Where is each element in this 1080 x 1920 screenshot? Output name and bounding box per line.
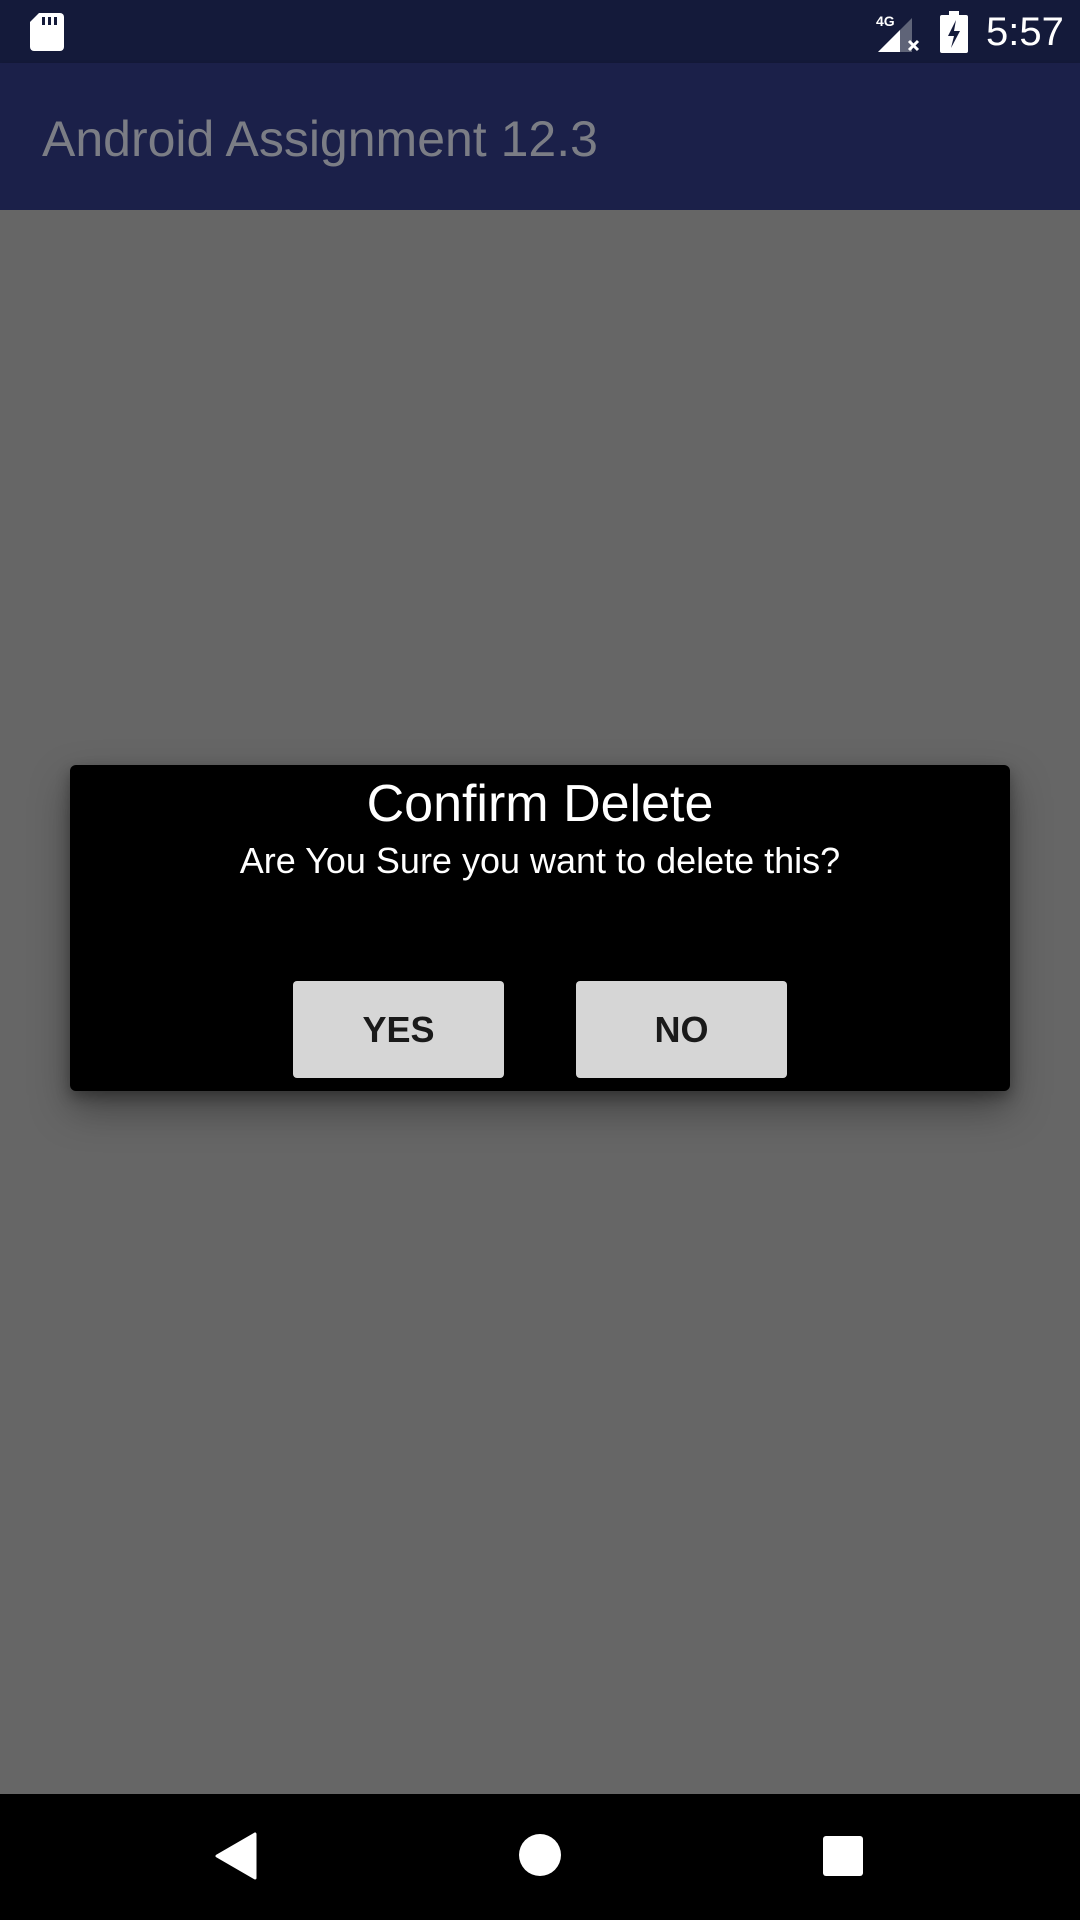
status-bar: 4G 5:57 <box>0 0 1080 63</box>
dialog-title: Confirm Delete <box>366 775 714 833</box>
back-icon[interactable] <box>215 1832 257 1880</box>
status-time: 5:57 <box>986 10 1064 54</box>
sd-card-icon <box>30 13 64 51</box>
cellular-signal-icon: 4G <box>876 13 920 52</box>
yes-button[interactable]: YES <box>293 981 504 1078</box>
no-button[interactable]: NO <box>576 981 787 1078</box>
battery-charging-icon <box>940 11 968 53</box>
home-icon[interactable] <box>518 1833 562 1877</box>
navigation-bar <box>0 1794 1080 1920</box>
dialog-message: Are You Sure you want to delete this? <box>239 840 841 881</box>
app-bar: Android Assignment 12.3 <box>0 63 1080 210</box>
app-title: Android Assignment 12.3 <box>42 111 598 167</box>
network-type-label: 4G <box>876 13 895 29</box>
recents-icon[interactable] <box>823 1836 863 1876</box>
confirm-delete-dialog: Confirm Delete Are You Sure you want to … <box>70 765 1010 1091</box>
